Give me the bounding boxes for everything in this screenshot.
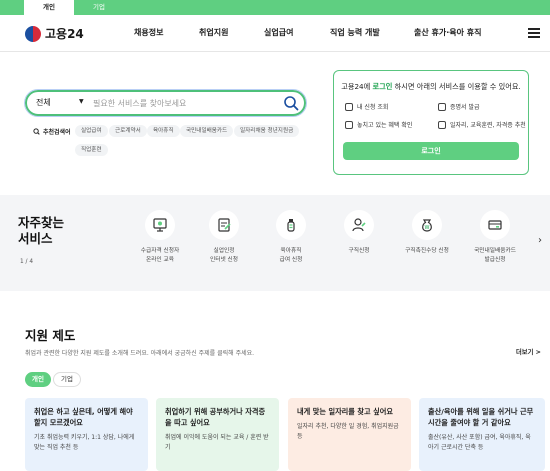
login-benefit-item: 내 신청 조회 xyxy=(345,102,388,111)
frequent-services-title: 자주찾는 서비스 xyxy=(18,215,65,246)
service-item-job-seeking[interactable]: 구직신청 xyxy=(322,210,396,256)
more-link[interactable]: 더보기 > xyxy=(516,347,541,356)
svg-text:W: W xyxy=(425,225,430,231)
search-doc-icon xyxy=(345,102,353,111)
service-item-unemployment-recognition[interactable]: 실업인정 인터넷 신청 xyxy=(187,210,261,265)
service-item-learning-card[interactable]: 국민내일배움카드 발급신청 xyxy=(458,210,532,265)
login-panel: 고용24에 로그인 하시면 아래의 서비스를 이용할 수 있어요. 내 신청 조… xyxy=(333,70,529,175)
nav-item-vocational-training[interactable]: 직업 능력 개발 xyxy=(330,27,380,38)
site-header: 고용24 채용정보 취업지원 실업급여 직업 능력 개발 출산 휴가·육아 휴직 xyxy=(0,15,550,52)
top-audience-strip: 개인 기업 xyxy=(0,0,550,15)
service-item-online-education[interactable]: 수급자격 신청자 온라인 교육 xyxy=(123,210,197,265)
support-tab-business[interactable]: 기업 xyxy=(53,372,81,387)
login-benefit-item: 증명서 발급 xyxy=(438,102,480,111)
card-icon xyxy=(488,220,502,230)
keyword-chip[interactable]: 육아휴직 xyxy=(147,125,180,137)
support-card-title: 취업하기 위해 공부하거나 자격증을 따고 싶어요 xyxy=(165,407,266,427)
login-benefit-item: 일자리, 교육훈련, 자격증 추천 xyxy=(438,120,526,129)
support-card-desc: 일자리 추천, 다양한 일 경험, 취업지원금 등 xyxy=(297,423,399,440)
recommended-keywords-text: 추천검색어 xyxy=(43,129,71,136)
hamburger-menu-icon[interactable] xyxy=(528,28,540,38)
site-logo[interactable]: 고용24 xyxy=(25,25,84,42)
support-card-title: 출산/육아를 위해 일을 쉬거나 근무 시간을 줄여야 할 거 같아요 xyxy=(428,407,534,427)
keyword-chip[interactable]: 일자리채움 청년지원금 xyxy=(234,125,300,137)
keyword-chip[interactable]: 근로계약서 xyxy=(109,125,147,137)
recommend-icon xyxy=(438,120,446,129)
keyword-chip[interactable]: 국민내일배움카드 xyxy=(180,125,234,137)
search-input[interactable] xyxy=(93,95,273,111)
support-card[interactable]: 취업하기 위해 공부하거나 자격증을 따고 싶어요 취업에 이익에 도움이 되는… xyxy=(156,398,279,471)
carousel-next-icon[interactable]: › xyxy=(538,235,542,246)
support-card[interactable]: 취업은 하고 싶은데, 어떻게 해야 할지 모르겠어요 기초 취업능력 키우기,… xyxy=(25,398,148,471)
frequent-services-section: 자주찾는 서비스 1 / 4 수급자격 신청자 온라인 교육 실업인정 인터넷 신청 … xyxy=(0,195,550,291)
support-section-title: 지원 제도 xyxy=(25,328,76,343)
support-card-desc: 취업에 이익에 도움이 되는 교육 / 훈련 받기 xyxy=(165,434,269,451)
nav-item-employment-support[interactable]: 취업지원 xyxy=(199,27,228,38)
certificate-icon xyxy=(438,102,446,111)
service-item-job-promotion-allowance[interactable]: W 구직촉진수당 신청 xyxy=(390,210,464,256)
nav-item-jobs[interactable]: 채용정보 xyxy=(134,27,163,38)
support-card-desc: 기초 취업능력 키우기, 1:1 상담, 나에게 맞는 직업 추천 등 xyxy=(34,434,135,451)
logo-text: 고용24 xyxy=(45,27,84,41)
support-tab-personal[interactable]: 개인 xyxy=(25,372,51,387)
keyword-chip[interactable]: 실업급여 xyxy=(75,125,108,137)
recommended-keywords-label: 추천검색어 xyxy=(33,127,71,136)
baby-bottle-icon xyxy=(287,219,295,232)
document-icon xyxy=(218,218,231,232)
nav-item-parental-leave[interactable]: 출산 휴가·육아 휴직 xyxy=(414,27,482,38)
keyword-chip[interactable]: 직업훈련 xyxy=(75,144,108,156)
benefit-check-icon xyxy=(345,120,353,129)
login-button[interactable]: 로그인 xyxy=(343,142,519,160)
taegeuk-logo-icon xyxy=(25,25,41,42)
login-benefit-item: 놓치고 있는 혜택 확인 xyxy=(345,120,412,129)
search-icon[interactable] xyxy=(283,95,299,111)
nav-item-unemployment-benefit[interactable]: 실업급여 xyxy=(264,27,293,38)
search-scope-select[interactable]: 전체 xyxy=(36,97,51,108)
support-card-title: 취업은 하고 싶은데, 어떻게 해야 할지 모르겠어요 xyxy=(34,407,133,427)
service-item-parental-leave-benefit[interactable]: 육아휴직 급여 신청 xyxy=(254,210,328,265)
monitor-icon xyxy=(153,218,167,232)
support-card[interactable]: 출산/육아를 위해 일을 쉬거나 근무 시간을 줄여야 할 거 같아요 출산(유… xyxy=(419,398,545,471)
search-bar: 전체 ▼ xyxy=(24,89,307,117)
support-section-desc: 취업과 관련한 다양한 지원 제도를 소개해 드려요. 아래에서 궁금하신 주제… xyxy=(25,350,255,357)
tab-personal[interactable]: 개인 xyxy=(24,0,74,15)
support-card-title: 내게 맞는 일자리를 찾고 싶어요 xyxy=(297,407,393,416)
magnifier-icon xyxy=(33,128,40,135)
support-card-desc: 출산(유산, 사산 포함) 급여, 육아휴직, 육아기 근로시간 단축 등 xyxy=(428,434,531,451)
login-panel-title: 고용24에 로그인 하시면 아래의 서비스를 이용할 수 있어요. xyxy=(341,82,521,91)
person-icon xyxy=(352,218,366,232)
carousel-pager: 1 / 4 xyxy=(20,259,34,265)
caret-down-icon: ▼ xyxy=(79,98,84,105)
support-card[interactable]: 내게 맞는 일자리를 찾고 싶어요 일자리 추천, 다양한 일 경험, 취업지원… xyxy=(288,398,411,471)
tab-business[interactable]: 기업 xyxy=(74,0,124,15)
money-bag-icon: W xyxy=(422,219,432,232)
